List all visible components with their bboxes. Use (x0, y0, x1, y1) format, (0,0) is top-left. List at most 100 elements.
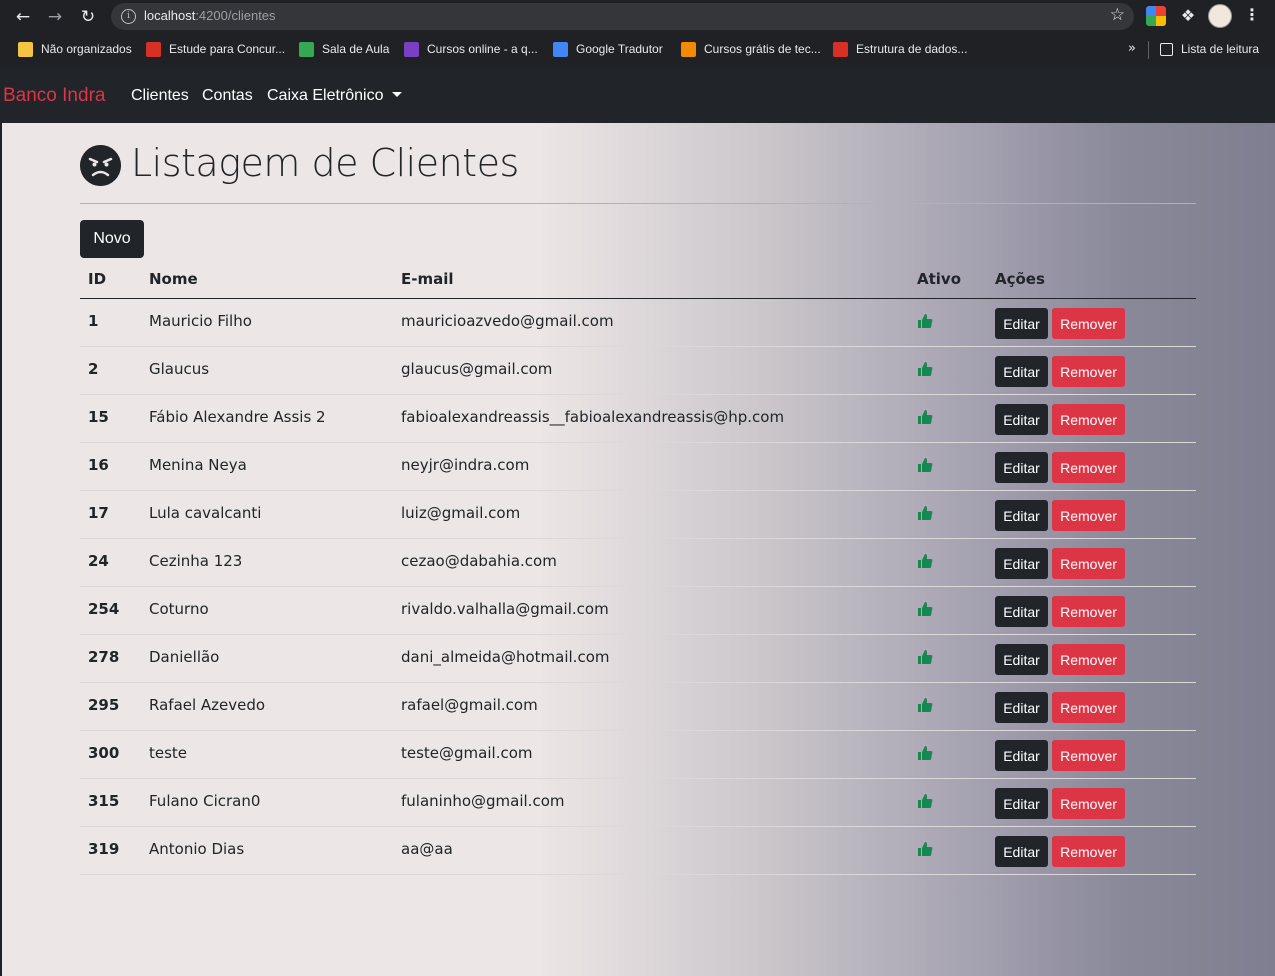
bookmark-item[interactable]: Cursos online - a q... (404, 41, 538, 57)
edit-button[interactable]: Editar (995, 500, 1048, 531)
cell-nome: teste (149, 744, 188, 762)
address-bar[interactable]: i localhost:4200/clientes ☆ (111, 3, 1134, 30)
table-row: 319 Antonio Dias aa@aa Editar Remover (80, 827, 1196, 875)
cell-id: 254 (88, 600, 120, 618)
remove-button[interactable]: Remover (1052, 308, 1125, 339)
remove-button[interactable]: Remover (1052, 356, 1125, 387)
edit-button[interactable]: Editar (995, 356, 1048, 387)
cell-email: teste@gmail.com (401, 744, 533, 762)
url-text[interactable]: localhost:4200/clientes (144, 8, 276, 23)
table-row: 17 Lula cavalcanti luiz@gmail.com Editar Rem… (80, 491, 1196, 539)
thumbs-up-icon (918, 746, 933, 760)
bookmark-favicon-icon (146, 41, 161, 57)
site-info-icon[interactable]: i (121, 9, 136, 24)
bookmark-star-icon[interactable]: ☆ (1110, 5, 1125, 25)
bookmark-item[interactable]: Sala de Aula (299, 41, 389, 57)
cell-nome: Glaucus (149, 360, 210, 378)
extension-icon[interactable] (1146, 6, 1166, 26)
back-icon[interactable]: ← (12, 6, 34, 28)
bookmark-favicon-icon (553, 41, 568, 57)
cell-nome: Daniellão (149, 648, 220, 666)
edit-button[interactable]: Editar (995, 644, 1048, 675)
edit-button[interactable]: Editar (995, 596, 1048, 627)
edit-button[interactable]: Editar (995, 692, 1048, 723)
edit-button[interactable]: Editar (995, 308, 1048, 339)
cell-email: glaucus@gmail.com (401, 360, 553, 378)
header-ativo: Ativo (917, 270, 962, 288)
cell-nome: Menina Neya (149, 456, 247, 474)
cell-email: mauricioazvedo@gmail.com (401, 312, 614, 330)
remove-button[interactable]: Remover (1052, 740, 1125, 771)
cell-email: luiz@gmail.com (401, 504, 521, 522)
table-row: 2 Glaucus glaucus@gmail.com Editar Remover (80, 347, 1196, 395)
edit-button[interactable]: Editar (995, 740, 1048, 771)
reload-icon[interactable]: ↻ (77, 6, 99, 28)
browser-toolbar: ← → ↻ i localhost:4200/clientes ☆ ❖ ⋮ (0, 0, 1275, 33)
profile-avatar[interactable] (1208, 4, 1232, 28)
bookmark-favicon-icon (299, 41, 314, 57)
edit-button[interactable]: Editar (995, 452, 1048, 483)
cell-id: 300 (88, 744, 120, 762)
header-nome: Nome (149, 270, 198, 288)
edit-button[interactable]: Editar (995, 404, 1048, 435)
edit-button[interactable]: Editar (995, 548, 1048, 579)
cell-id: 319 (88, 840, 120, 858)
nav-dropdown-caixa[interactable]: Caixa Eletrônico (267, 87, 402, 105)
nav-link-clientes[interactable]: Clientes (131, 87, 189, 105)
thumbs-up-icon (918, 410, 933, 424)
nav-link-contas[interactable]: Contas (202, 87, 253, 105)
bookmark-favicon-icon (404, 41, 419, 57)
remove-button[interactable]: Remover (1052, 788, 1125, 819)
cell-email: fabioalexandreassis__fabioalexandreassis… (401, 408, 785, 426)
thumbs-up-icon (918, 362, 933, 376)
thumbs-up-icon (918, 698, 933, 712)
edit-button[interactable]: Editar (995, 788, 1048, 819)
new-client-button[interactable]: Novo (80, 220, 144, 258)
bookmark-label: Sala de Aula (322, 42, 390, 56)
thumbs-up-icon (918, 650, 933, 664)
bookmark-item[interactable]: Estrutura de dados... (833, 41, 967, 57)
edit-button[interactable]: Editar (995, 836, 1048, 867)
bookmark-label: Google Tradutor (576, 42, 663, 56)
remove-button[interactable]: Remover (1052, 548, 1125, 579)
header-id: ID (88, 270, 107, 288)
remove-button[interactable]: Remover (1052, 644, 1125, 675)
main-content: Listagem de Clientes Novo ID Nome E-mail… (2, 123, 1275, 976)
bookmark-favicon-icon (833, 41, 848, 57)
header-email: E-mail (401, 270, 454, 288)
header-acoes: Ações (995, 270, 1045, 288)
remove-button[interactable]: Remover (1052, 836, 1125, 867)
cell-nome: Fábio Alexandre Assis 2 (149, 408, 326, 426)
bookmark-item[interactable]: Não organizados (18, 41, 132, 57)
thumbs-up-icon (918, 602, 933, 616)
bookmark-favicon-icon (18, 41, 33, 57)
remove-button[interactable]: Remover (1052, 404, 1125, 435)
cell-nome: Cezinha 123 (149, 552, 243, 570)
cell-id: 24 (88, 552, 109, 570)
bookmark-item[interactable]: Estude para Concur... (146, 41, 285, 57)
caret-down-icon (391, 92, 402, 97)
cell-id: 15 (88, 408, 109, 426)
cell-id: 16 (88, 456, 109, 474)
remove-button[interactable]: Remover (1052, 452, 1125, 483)
table-row: 300 teste teste@gmail.com Editar Remover (80, 731, 1196, 779)
forward-icon[interactable]: → (44, 6, 66, 28)
cell-id: 315 (88, 792, 120, 810)
remove-button[interactable]: Remover (1052, 692, 1125, 723)
brand-logo[interactable]: Banco Indra (3, 85, 105, 107)
cell-id: 2 (88, 360, 99, 378)
cell-nome: Lula cavalcanti (149, 504, 262, 522)
more-bookmarks-icon[interactable]: » (1128, 41, 1136, 56)
remove-button[interactable]: Remover (1052, 596, 1125, 627)
thumbs-up-icon (918, 506, 933, 520)
table-body: 1 Mauricio Filho mauricioazvedo@gmail.com E… (80, 299, 1196, 875)
bookmark-item[interactable]: Google Tradutor (553, 41, 663, 57)
bookmark-label: Não organizados (41, 42, 132, 56)
remove-button[interactable]: Remover (1052, 500, 1125, 531)
bookmark-item[interactable]: Cursos grátis de tec... (681, 41, 821, 57)
bookmarks-divider (1148, 41, 1149, 59)
reading-list[interactable]: Lista de leitura (1160, 41, 1259, 57)
cell-id: 1 (88, 312, 99, 330)
puzzle-icon[interactable]: ❖ (1178, 6, 1198, 26)
more-menu-icon[interactable]: ⋮ (1244, 5, 1260, 24)
